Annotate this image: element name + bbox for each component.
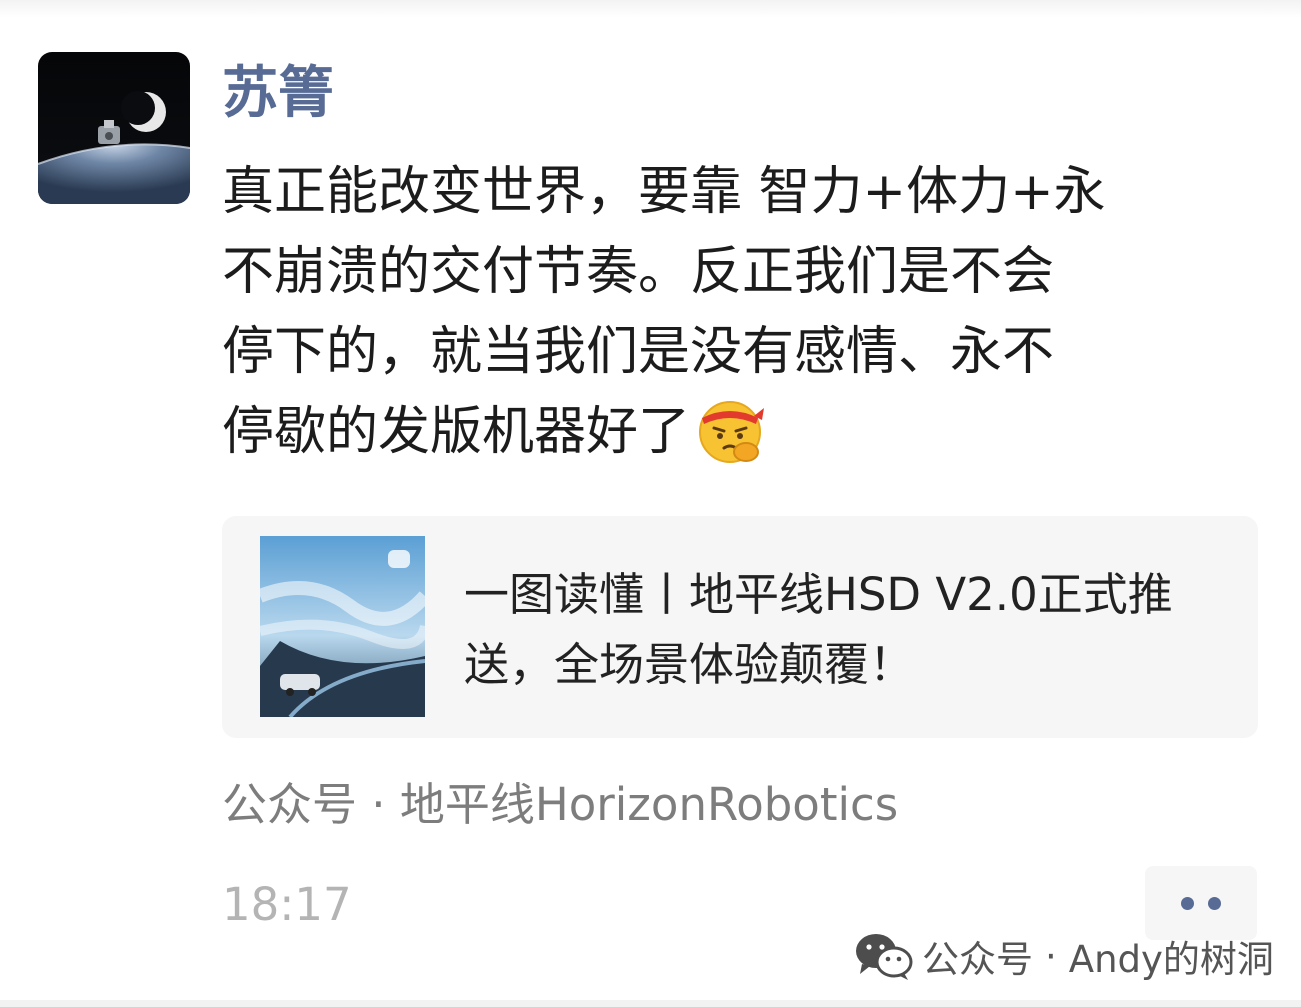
post-text: 真正能改变世界，要靠 智力+体力+永 不崩溃的交付节奏。反正我们是不会 停下的，…: [222, 152, 1252, 472]
headband-shush-emoji-icon: [694, 394, 766, 466]
article-title: 一图读懂丨地平线HSD V2.0正式推 送，全场景体验颠覆！: [464, 560, 1254, 700]
article-thumbnail: [260, 536, 425, 717]
watermark: 公众号 · Andy的树洞: [852, 924, 1274, 988]
article-title-line: 送，全场景体验颠覆！: [464, 638, 915, 691]
author-name[interactable]: 苏箐: [222, 56, 334, 132]
more-dots-icon: [1181, 897, 1194, 910]
avatar[interactable]: [38, 52, 190, 204]
watermark-account: Andy的树洞: [1068, 938, 1274, 981]
watermark-label: 公众号: [922, 938, 1033, 981]
article-title-line: 一图读懂丨地平线HSD V2.0正式推: [464, 568, 1173, 621]
moments-post-page: 苏箐 真正能改变世界，要靠 智力+体力+永 不崩溃的交付节奏。反正我们是不会 停…: [0, 0, 1301, 1007]
post-text-line: 不崩溃的交付节奏。反正我们是不会: [222, 242, 1055, 302]
post-text-line: 停下的，就当我们是没有感情、永不: [222, 322, 1055, 382]
post-text-line-last: 停歇的发版机器好了: [222, 392, 1252, 472]
more-dots-icon: [1208, 897, 1221, 910]
post-text-line: 真正能改变世界，要靠 智力+体力+永: [222, 162, 1106, 222]
watermark-separator: ·: [1045, 934, 1057, 978]
wechat-icon: [852, 930, 914, 982]
bottom-divider: [0, 1000, 1301, 1007]
post-text-line-content: 停歇的发版机器好了: [222, 402, 691, 462]
post-time: 18:17: [222, 878, 352, 931]
top-divider: [0, 0, 1301, 18]
article-source[interactable]: 公众号 · 地平线HorizonRobotics: [222, 770, 898, 840]
shared-article-card[interactable]: 一图读懂丨地平线HSD V2.0正式推 送，全场景体验颠覆！: [222, 516, 1258, 738]
